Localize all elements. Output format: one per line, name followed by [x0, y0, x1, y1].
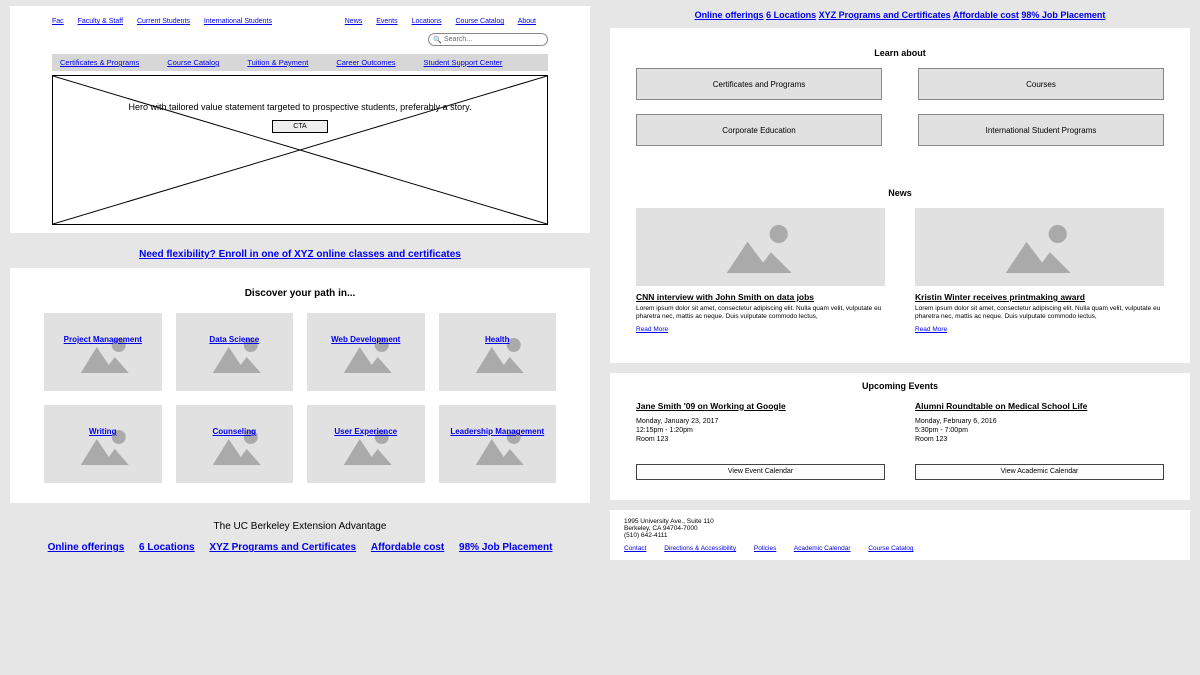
tile-counseling[interactable]: Counseling [176, 405, 294, 483]
stat-online-offerings[interactable]: Online offerings [48, 542, 125, 553]
nav-certificates-programs[interactable]: Certificates & Programs [60, 58, 139, 67]
tile-label: Counseling [212, 427, 256, 436]
tile-label: Web Development [331, 335, 400, 344]
tile-project-management[interactable]: Project Management [44, 313, 162, 391]
topnav-fac[interactable]: Fac [52, 18, 64, 25]
search-icon [433, 36, 441, 44]
event-card: Jane Smith '09 on Working at Google Mond… [636, 401, 885, 480]
topnav-current-students[interactable]: Current Students [137, 18, 190, 25]
topnav-course-catalog[interactable]: Course Catalog [456, 18, 505, 25]
tile-label: Writing [89, 427, 116, 436]
tile-label: Health [485, 335, 509, 344]
discover-title: Discover your path in... [44, 288, 556, 299]
news-excerpt: Lorem ipsum dolor sit amet, consectetur … [915, 305, 1164, 321]
news-headline-link[interactable]: CNN interview with John Smith on data jo… [636, 292, 885, 302]
event-title-link[interactable]: Alumni Roundtable on Medical School Life [915, 401, 1164, 411]
image-placeholder-icon [636, 208, 885, 286]
event-room: Room 123 [915, 435, 1164, 444]
stat-affordable-cost[interactable]: Affordable cost [371, 542, 444, 553]
search-input[interactable]: Search... [428, 33, 548, 46]
advantage-title: The UC Berkeley Extension Advantage [10, 521, 590, 532]
stat-affordable-cost[interactable]: Affordable cost [953, 10, 1019, 20]
stat-programs-certs[interactable]: XYZ Programs and Certificates [819, 10, 951, 20]
event-time: 12:15pm - 1:20pm [636, 426, 885, 435]
hero-cta-button[interactable]: CTA [272, 120, 327, 133]
hero-placeholder: Hero with tailored value statement targe… [52, 75, 548, 225]
event-card: Alumni Roundtable on Medical School Life… [915, 401, 1164, 480]
topnav-locations[interactable]: Locations [412, 18, 442, 25]
tile-label: Leadership Management [450, 427, 544, 436]
footer-academic-calendar[interactable]: Academic Calendar [794, 545, 851, 552]
learn-corporate-education[interactable]: Corporate Education [636, 114, 882, 146]
primary-nav: Certificates & Programs Course Catalog T… [52, 54, 548, 71]
tile-user-experience[interactable]: User Experience [307, 405, 425, 483]
learn-international-programs[interactable]: International Student Programs [918, 114, 1164, 146]
footer-course-catalog[interactable]: Course Catalog [868, 545, 913, 552]
news-card: CNN interview with John Smith on data jo… [636, 208, 885, 333]
events-title: Upcoming Events [622, 381, 1178, 391]
tile-data-science[interactable]: Data Science [176, 313, 294, 391]
tile-web-development[interactable]: Web Development [307, 313, 425, 391]
stat-programs-certs[interactable]: XYZ Programs and Certificates [209, 542, 356, 553]
nav-tuition-payment[interactable]: Tuition & Payment [247, 58, 308, 67]
news-excerpt: Lorem ipsum dolor sit amet, consectetur … [636, 305, 885, 321]
stat-job-placement[interactable]: 98% Job Placement [1021, 10, 1105, 20]
topnav-international-students[interactable]: International Students [204, 18, 272, 25]
learn-certificates-programs[interactable]: Certificates and Programs [636, 68, 882, 100]
stat-row-right: Online offerings 6 Locations XYZ Program… [610, 6, 1190, 28]
read-more-link[interactable]: Read More [636, 326, 668, 333]
news-headline-link[interactable]: Kristin Winter receives printmaking awar… [915, 292, 1164, 302]
footer-address-line: Berkeley, CA 94704-7000 [624, 525, 1176, 532]
event-room: Room 123 [636, 435, 885, 444]
learn-courses[interactable]: Courses [918, 68, 1164, 100]
topnav-events[interactable]: Events [376, 18, 397, 25]
flexibility-headline-link[interactable]: Need flexibility? Enroll in one of XYZ o… [139, 249, 461, 260]
topnav-faculty-staff[interactable]: Faculty & Staff [78, 18, 123, 25]
stat-locations[interactable]: 6 Locations [139, 542, 195, 553]
tile-writing[interactable]: Writing [44, 405, 162, 483]
nav-course-catalog[interactable]: Course Catalog [167, 58, 219, 67]
view-academic-calendar-button[interactable]: View Academic Calendar [915, 464, 1164, 480]
tile-health[interactable]: Health [439, 313, 557, 391]
tile-label: Project Management [64, 335, 142, 344]
search-placeholder: Search... [444, 36, 472, 43]
nav-career-outcomes[interactable]: Career Outcomes [336, 58, 395, 67]
learn-about-section: Learn about Certificates and Programs Co… [610, 28, 1190, 363]
footer-directions[interactable]: Directions & Accessibility [664, 545, 736, 552]
footer: 1995 University Ave., Suite 110 Berkeley… [610, 510, 1190, 560]
learn-title: Learn about [622, 48, 1178, 58]
tile-label: Data Science [209, 335, 259, 344]
image-placeholder-icon [915, 208, 1164, 286]
top-audience-nav: Fac Faculty & Staff Current Students Int… [22, 14, 578, 29]
news-title: News [622, 188, 1178, 198]
tile-label: User Experience [334, 427, 397, 436]
topnav-about[interactable]: About [518, 18, 536, 25]
hero-text: Hero with tailored value statement targe… [128, 102, 471, 112]
stat-job-placement[interactable]: 98% Job Placement [459, 542, 552, 553]
stat-row-left: Online offerings 6 Locations XYZ Program… [10, 542, 590, 553]
footer-contact[interactable]: Contact [624, 545, 646, 552]
news-card: Kristin Winter receives printmaking awar… [915, 208, 1164, 333]
footer-address-line: 1995 University Ave., Suite 110 [624, 518, 1176, 525]
events-section: Upcoming Events Jane Smith '09 on Workin… [610, 373, 1190, 500]
nav-student-support[interactable]: Student Support Center [424, 58, 503, 67]
event-date: Monday, January 23, 2017 [636, 417, 885, 426]
event-date: Monday, February 6, 2016 [915, 417, 1164, 426]
event-time: 5:30pm - 7:00pm [915, 426, 1164, 435]
read-more-link[interactable]: Read More [915, 326, 947, 333]
discover-section: Discover your path in... Project Managem… [10, 268, 590, 503]
topnav-news[interactable]: News [345, 18, 363, 25]
event-title-link[interactable]: Jane Smith '09 on Working at Google [636, 401, 885, 411]
stat-online-offerings[interactable]: Online offerings [695, 10, 764, 20]
view-event-calendar-button[interactable]: View Event Calendar [636, 464, 885, 480]
footer-phone: (510) 642-4111 [624, 532, 1176, 539]
footer-policies[interactable]: Policies [754, 545, 776, 552]
tile-leadership-management[interactable]: Leadership Management [439, 405, 557, 483]
stat-locations[interactable]: 6 Locations [766, 10, 816, 20]
